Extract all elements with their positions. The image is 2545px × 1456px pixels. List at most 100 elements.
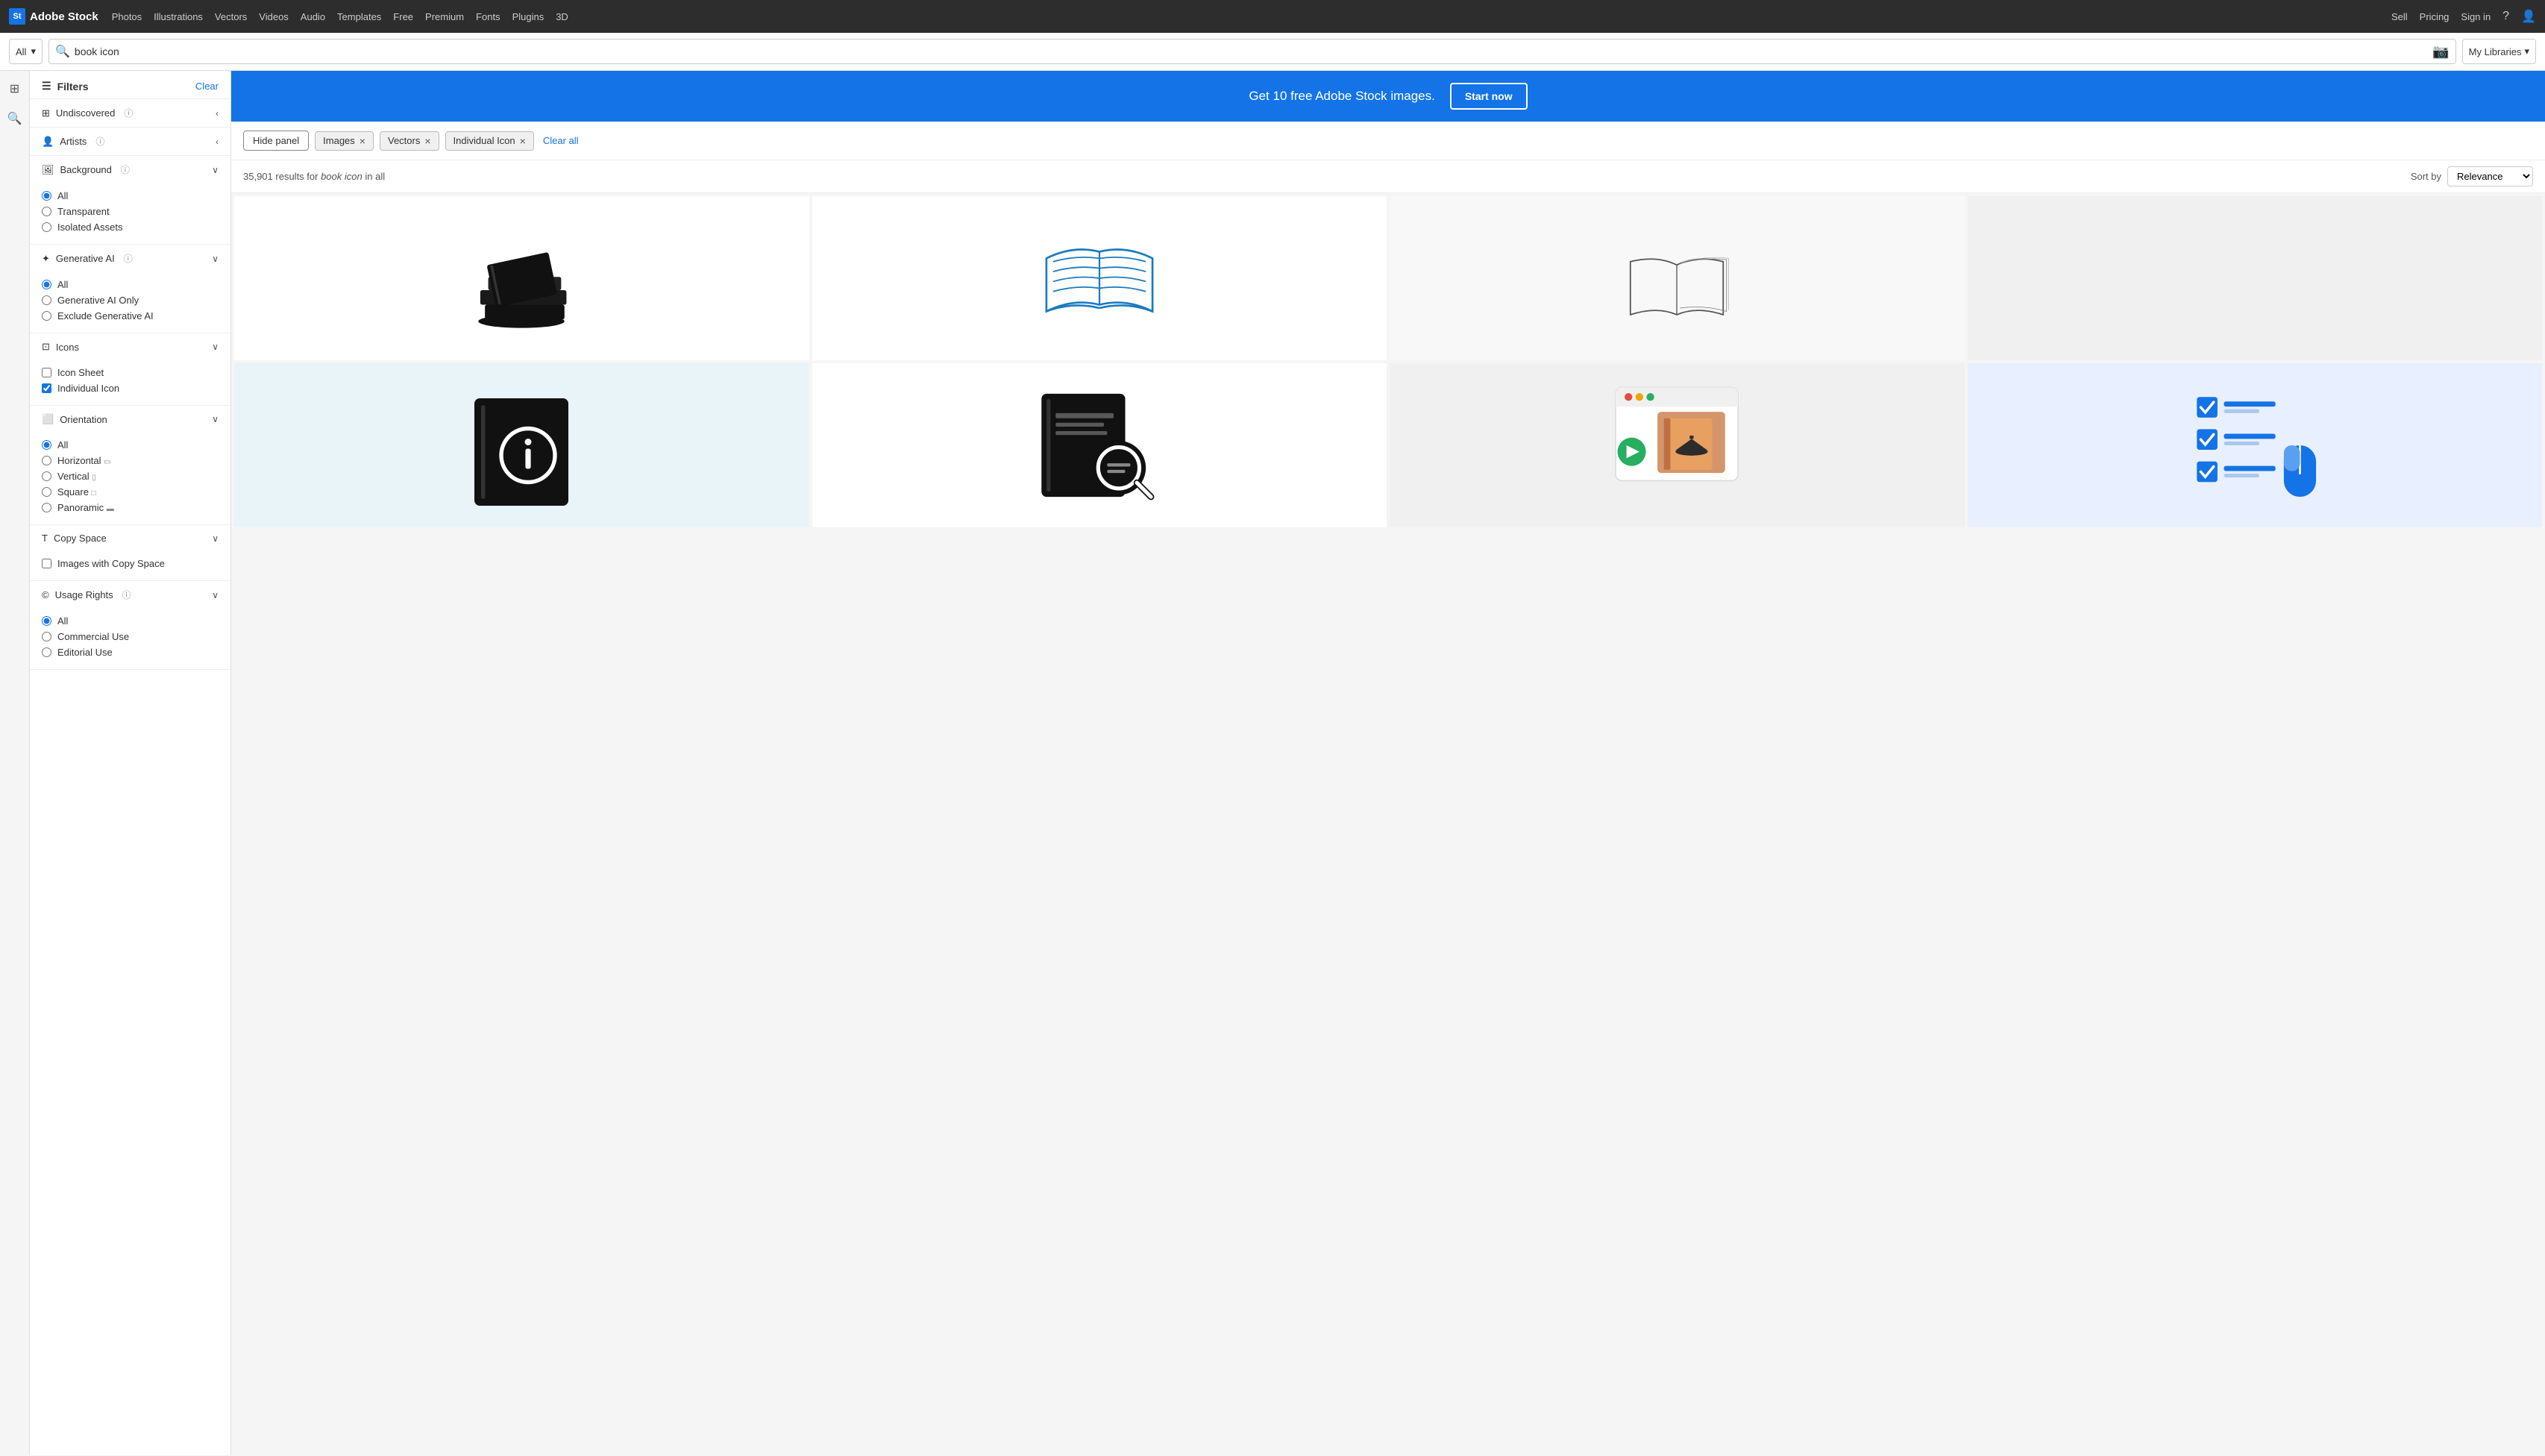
search-type-dropdown[interactable]: All ▾ bbox=[9, 39, 43, 64]
nav-videos[interactable]: Videos bbox=[259, 11, 289, 22]
image-preview-3 bbox=[1390, 196, 1965, 360]
generative-ai-header[interactable]: ✦ Generative AI ⓘ ∨ bbox=[30, 245, 230, 272]
individual-icon-option[interactable]: Individual Icon bbox=[42, 380, 219, 396]
usage-commercial-option[interactable]: Commercial Use bbox=[42, 629, 219, 644]
image-cell-7[interactable] bbox=[1968, 363, 2543, 527]
copy-space-header[interactable]: T Copy Space ∨ bbox=[30, 525, 230, 551]
usage-rights-label: Usage Rights bbox=[55, 589, 113, 600]
clear-all-button[interactable]: Clear all bbox=[543, 135, 579, 146]
background-isolated-option[interactable]: Isolated Assets bbox=[42, 219, 219, 235]
chip-individual-icon-remove-button[interactable]: × bbox=[520, 135, 526, 147]
filters-label: Filters bbox=[57, 81, 89, 92]
image-cell-2[interactable] bbox=[812, 196, 1387, 360]
orientation-horizontal-option[interactable]: Horizontal ▭ bbox=[42, 453, 219, 468]
visual-search-icon[interactable]: 📷 bbox=[2432, 44, 2449, 60]
background-info-icon[interactable]: ⓘ bbox=[121, 163, 130, 176]
undiscovered-header[interactable]: ⊞ Undiscovered ⓘ ‹ bbox=[30, 99, 230, 127]
usage-rights-header[interactable]: © Usage Rights ⓘ ∨ bbox=[30, 581, 230, 609]
usage-all-option[interactable]: All bbox=[42, 613, 219, 629]
chip-images-remove-button[interactable]: × bbox=[360, 135, 365, 147]
search-input[interactable] bbox=[75, 46, 2432, 57]
orientation-all-option[interactable]: All bbox=[42, 437, 219, 453]
filters-header-left: ☰ Filters bbox=[42, 80, 89, 92]
my-libraries-button[interactable]: My Libraries ▾ bbox=[2462, 39, 2536, 64]
generative-ai-info-icon[interactable]: ⓘ bbox=[124, 252, 133, 265]
chip-vectors-remove-button[interactable]: × bbox=[424, 135, 430, 147]
sort-select[interactable]: Relevance Most Recent Most Popular bbox=[2447, 166, 2533, 186]
profile-icon[interactable]: 👤 bbox=[2521, 9, 2536, 24]
gen-ai-exclude-radio[interactable] bbox=[42, 311, 51, 321]
orientation-all-radio[interactable] bbox=[42, 440, 51, 450]
icons-section: ⊡ Icons ∨ Icon Sheet Individual Icon bbox=[30, 333, 230, 406]
nav-3d[interactable]: 3D bbox=[556, 11, 568, 22]
nav-vectors[interactable]: Vectors bbox=[215, 11, 247, 22]
orientation-vertical-option[interactable]: Vertical ▯ bbox=[42, 468, 219, 484]
icon-sheet-checkbox[interactable] bbox=[42, 368, 51, 377]
background-transparent-radio[interactable] bbox=[42, 207, 51, 216]
orientation-header[interactable]: ⬜ Orientation ∨ bbox=[30, 406, 230, 433]
gen-ai-all-radio[interactable] bbox=[42, 280, 51, 289]
clear-filters-button[interactable]: Clear bbox=[195, 81, 219, 92]
nav-free[interactable]: Free bbox=[393, 11, 413, 22]
nav-fonts[interactable]: Fonts bbox=[476, 11, 500, 22]
usage-all-radio[interactable] bbox=[42, 616, 51, 626]
orientation-square-option[interactable]: Square □ bbox=[42, 484, 219, 500]
orientation-vertical-radio[interactable] bbox=[42, 471, 51, 481]
orientation-panoramic-option[interactable]: Panoramic ▬ bbox=[42, 500, 219, 515]
nav-photos[interactable]: Photos bbox=[112, 11, 142, 22]
image-cell-6[interactable] bbox=[1390, 363, 1965, 527]
nav-pricing[interactable]: Pricing bbox=[2420, 11, 2450, 22]
nav-sign-in[interactable]: Sign in bbox=[2461, 11, 2491, 22]
image-cell-3[interactable] bbox=[1390, 196, 1965, 360]
sort-bar: 35,901 results for book icon in all Sort… bbox=[231, 160, 2545, 193]
images-copy-space-option[interactable]: Images with Copy Space bbox=[42, 556, 219, 571]
image-cell-5[interactable] bbox=[812, 363, 1387, 527]
nav-sell[interactable]: Sell bbox=[2391, 11, 2408, 22]
image-cell-4[interactable] bbox=[234, 363, 809, 527]
icons-header[interactable]: ⊡ Icons ∨ bbox=[30, 333, 230, 360]
artists-info-icon[interactable]: ⓘ bbox=[95, 135, 104, 148]
orientation-square-radio[interactable] bbox=[42, 487, 51, 497]
search-side-icon-button[interactable]: 🔍 bbox=[3, 107, 27, 131]
gen-ai-all-option[interactable]: All bbox=[42, 277, 219, 292]
nav-audio[interactable]: Audio bbox=[301, 11, 325, 22]
nav-right: Sell Pricing Sign in ? 👤 bbox=[2391, 9, 2536, 24]
nav-plugins[interactable]: Plugins bbox=[512, 11, 545, 22]
logo[interactable]: St Adobe Stock bbox=[9, 8, 98, 25]
image-grid bbox=[231, 193, 2545, 530]
usage-rights-info-icon[interactable]: ⓘ bbox=[122, 589, 131, 601]
individual-icon-checkbox[interactable] bbox=[42, 383, 51, 393]
nav-premium[interactable]: Premium bbox=[425, 11, 464, 22]
filter-icon: ☰ bbox=[42, 80, 51, 92]
filter-chip-vectors: Vectors × bbox=[380, 131, 439, 151]
background-header[interactable]: 🖼 Background ⓘ ∨ bbox=[30, 156, 230, 183]
help-icon[interactable]: ? bbox=[2502, 10, 2509, 23]
background-transparent-option[interactable]: Transparent bbox=[42, 204, 219, 219]
artists-header[interactable]: 👤 Artists ⓘ ‹ bbox=[30, 128, 230, 155]
orientation-horizontal-radio[interactable] bbox=[42, 456, 51, 465]
image-cell-1[interactable] bbox=[234, 196, 809, 360]
hide-panel-button[interactable]: Hide panel bbox=[243, 131, 309, 151]
gen-ai-exclude-option[interactable]: Exclude Generative AI bbox=[42, 308, 219, 324]
usage-commercial-radio[interactable] bbox=[42, 632, 51, 641]
layers-icon-button[interactable]: ⊞ bbox=[3, 77, 27, 101]
artists-section: 👤 Artists ⓘ ‹ bbox=[30, 128, 230, 156]
undiscovered-info-icon[interactable]: ⓘ bbox=[124, 107, 133, 119]
background-all-option[interactable]: All bbox=[42, 188, 219, 204]
background-all-radio[interactable] bbox=[42, 191, 51, 201]
background-isolated-radio[interactable] bbox=[42, 222, 51, 232]
gen-ai-only-radio[interactable] bbox=[42, 295, 51, 305]
usage-editorial-radio[interactable] bbox=[42, 647, 51, 657]
start-now-button[interactable]: Start now bbox=[1450, 83, 1528, 110]
icon-sheet-option[interactable]: Icon Sheet bbox=[42, 365, 219, 380]
gen-ai-only-option[interactable]: Generative AI Only bbox=[42, 292, 219, 308]
usage-editorial-option[interactable]: Editorial Use bbox=[42, 644, 219, 660]
filter-chip-individual-icon: Individual Icon × bbox=[445, 131, 534, 151]
nav-templates[interactable]: Templates bbox=[337, 11, 381, 22]
orientation-panoramic-radio[interactable] bbox=[42, 503, 51, 512]
nav-illustrations[interactable]: Illustrations bbox=[154, 11, 203, 22]
icons-grid-icon: ⊡ bbox=[42, 341, 50, 353]
image-cell-empty-1[interactable] bbox=[1968, 196, 2543, 360]
images-copy-space-checkbox[interactable] bbox=[42, 559, 51, 568]
chip-vectors-label: Vectors bbox=[388, 135, 420, 146]
